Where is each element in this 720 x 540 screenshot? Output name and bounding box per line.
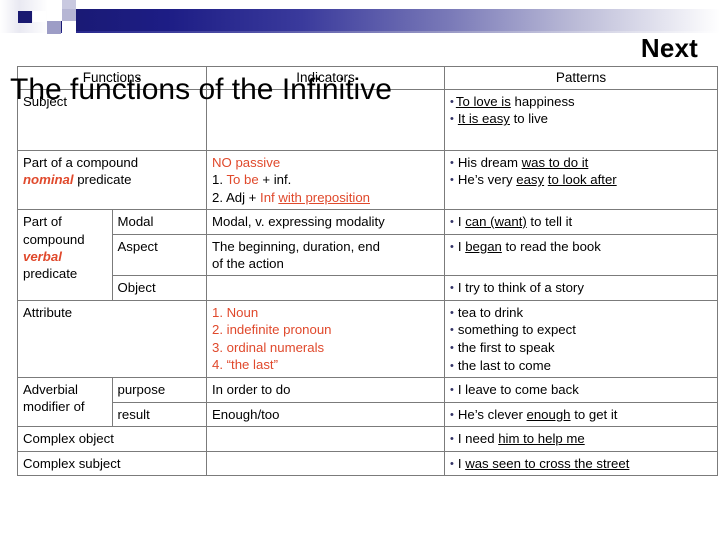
pattern-item: I need him to help me — [450, 430, 712, 448]
deco-square-periwinkle — [47, 21, 61, 34]
table-row: Object I try to think of a story — [18, 275, 718, 301]
cell-function-complex-subject: Complex subject — [17, 450, 207, 477]
function-line: compound — [23, 231, 85, 247]
function-line: Adverbial — [23, 382, 78, 398]
table-row: Part of compound verbal predicate Modal … — [17, 209, 718, 301]
indicator-line: 2. Adj + Inf with preposition — [212, 189, 370, 205]
infinitive-functions-table: Functions Indicators Patterns Subject To… — [17, 66, 718, 477]
indicator-line: 3. ordinal numerals — [212, 339, 325, 355]
page-title: The functions of the Infinitive — [10, 73, 392, 106]
cell-subtype-modal: Modal — [111, 209, 207, 235]
pattern-item: the last to come — [450, 357, 712, 375]
cell-function-complex-object: Complex object — [17, 426, 207, 452]
function-line: nominal predicate — [23, 172, 132, 188]
pattern-item: tea to drink — [450, 304, 712, 322]
deco-square-white-1 — [47, 0, 62, 10]
cell-patterns-complex-object: I need him to help me — [444, 426, 718, 452]
cell-subtype-purpose: purpose — [111, 377, 207, 403]
indicator-line: The beginning, duration, end — [212, 238, 380, 254]
indicator-line: of the action — [212, 256, 284, 272]
next-button[interactable]: Next — [641, 35, 698, 61]
cell-function-attribute: Attribute — [17, 299, 207, 379]
pattern-item: I can (want) to tell it — [450, 213, 712, 231]
function-line: Part of a compound — [23, 154, 139, 170]
deco-square-lavender-2 — [62, 9, 76, 21]
cell-pattern-object: I try to think of a story — [444, 275, 718, 301]
cell-patterns-attribute: tea to drink something to expect the fir… — [444, 299, 718, 379]
cell-indicator-result: Enough/too — [206, 401, 445, 428]
function-line: predicate — [23, 266, 78, 282]
pattern-item: I try to think of a story — [450, 279, 712, 297]
indicator-line: 2. indefinite pronoun — [212, 322, 332, 338]
indicator-line: 1. To be + inf. — [212, 172, 292, 188]
table-row: Aspect The beginning, duration, end of t… — [18, 233, 718, 277]
pattern-item: His dream was to do it — [450, 154, 712, 172]
table-row: Complex subject I was seen to cross the … — [17, 450, 718, 477]
pattern-item: To love is happiness — [450, 93, 712, 111]
pattern-item: He’s very easy to look after — [450, 171, 712, 189]
cell-pattern-modal: I can (want) to tell it — [444, 209, 718, 235]
header-decoration-band — [0, 0, 720, 36]
pattern-item: It is easy to live — [450, 110, 712, 128]
table-row: result Enough/too He’s clever enough to … — [18, 401, 718, 428]
table-row: Attribute 1. Noun 2. indefinite pronoun … — [17, 299, 718, 379]
cell-indicators-nominal-predicate: NO passive 1. To be + inf. 2. Adj + Inf … — [206, 149, 445, 211]
cell-subtype-aspect: Aspect — [111, 233, 207, 277]
indicator-line: NO passive — [212, 154, 281, 170]
cell-indicator-purpose: In order to do — [206, 377, 445, 403]
cell-indicators-complex-subject — [206, 450, 445, 477]
cell-function-nominal-predicate: Part of a compound nominal predicate — [17, 149, 207, 211]
deco-square-white-2 — [47, 10, 62, 21]
cell-pattern-result: He’s clever enough to get it — [444, 401, 718, 428]
cell-subtype-result: result — [111, 401, 207, 428]
pattern-item: something to expect — [450, 321, 712, 339]
function-line: Part of — [23, 214, 62, 230]
indicator-line: 1. Noun — [212, 304, 259, 320]
table-row: Part of a compound nominal predicate NO … — [17, 149, 718, 211]
cell-indicators-attribute: 1. Noun 2. indefinite pronoun 3. ordinal… — [206, 299, 445, 379]
gradient-underline — [46, 31, 720, 33]
cell-indicator-modal: Modal, v. expressing modality — [206, 209, 445, 235]
pattern-item: the first to speak — [450, 339, 712, 357]
cell-function-verbal-predicate: Part of compound verbal predicate — [17, 209, 113, 301]
deco-square-white-3 — [33, 11, 46, 22]
cell-function-adverbial-modifier: Adverbial modifier of — [17, 377, 113, 428]
cell-pattern-purpose: I leave to come back — [444, 377, 718, 403]
cell-patterns-nominal-predicate: His dream was to do it He’s very easy to… — [444, 149, 718, 211]
cell-pattern-aspect: I began to read the book — [444, 233, 718, 277]
table-body: Subject To love is happiness It is easy … — [17, 88, 718, 477]
deco-square-lavender-1 — [62, 0, 76, 9]
pattern-item: I leave to come back — [450, 381, 712, 399]
table-row: Adverbial modifier of purpose In order t… — [17, 377, 718, 428]
deco-square-navy — [18, 11, 32, 23]
function-line: verbal — [23, 248, 62, 264]
pattern-item: I began to read the book — [450, 238, 712, 256]
function-line: modifier of — [23, 399, 85, 415]
deco-square-white-4 — [62, 21, 76, 33]
cell-indicators-complex-object — [206, 426, 445, 452]
cell-indicator-aspect: The beginning, duration, end of the acti… — [206, 233, 445, 277]
pattern-item: I was seen to cross the street — [450, 455, 712, 473]
pattern-item: He’s clever enough to get it — [450, 406, 712, 424]
cell-patterns-complex-subject: I was seen to cross the street — [444, 450, 718, 477]
column-header-patterns: Patterns — [444, 66, 718, 90]
gradient-bar — [46, 9, 720, 32]
cell-patterns-subject: To love is happiness It is easy to live — [444, 88, 718, 151]
indicator-line: 4. “the last” — [212, 357, 278, 373]
cell-indicator-object — [206, 275, 445, 301]
table-row: Complex object I need him to help me — [17, 426, 718, 452]
cell-subtype-object: Object — [111, 275, 207, 301]
